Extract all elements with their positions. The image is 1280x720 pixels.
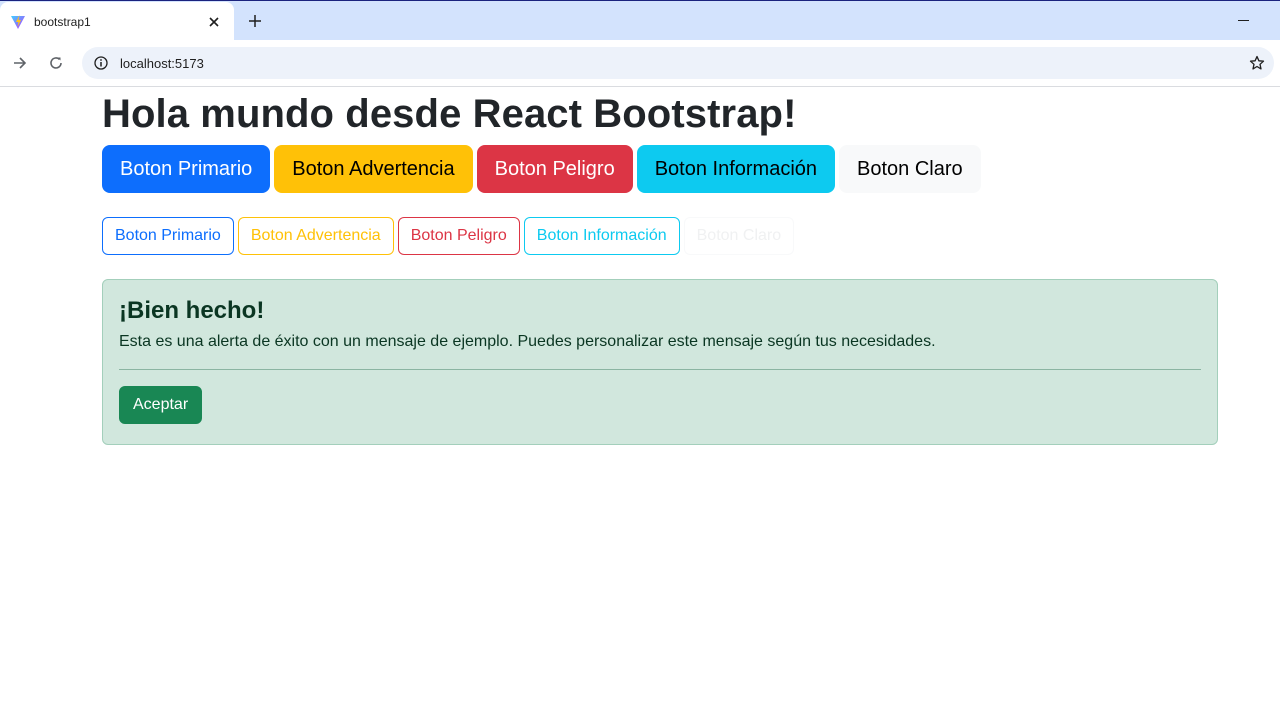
reload-icon[interactable]: [43, 50, 69, 76]
browser-tab-bar: bootstrap1: [0, 0, 1280, 41]
outline-info-button[interactable]: Boton Información: [523, 217, 680, 255]
outline-danger-button[interactable]: Boton Peligro: [397, 217, 520, 255]
outline-warning-button[interactable]: Boton Advertencia: [237, 217, 394, 255]
danger-button[interactable]: Boton Peligro: [476, 145, 633, 193]
new-tab-plus-icon[interactable]: [244, 10, 266, 32]
tab-close-icon[interactable]: [204, 12, 224, 32]
window-minimize-icon[interactable]: [1232, 9, 1254, 31]
vite-logo-icon: [10, 14, 26, 30]
address-url[interactable]: localhost:5173: [120, 56, 1240, 71]
alert-divider: [119, 369, 1201, 370]
alert-heading: ¡Bien hecho!: [119, 297, 265, 324]
browser-toolbar: localhost:5173: [0, 40, 1280, 87]
site-info-icon[interactable]: [84, 56, 118, 70]
light-button[interactable]: Boton Claro: [839, 145, 981, 193]
browser-tab[interactable]: bootstrap1: [0, 2, 234, 41]
primary-button[interactable]: Boton Primario: [102, 145, 271, 193]
accept-button[interactable]: Aceptar: [119, 386, 203, 424]
page-title: Hola mundo desde React Bootstrap!: [102, 92, 797, 136]
bookmark-star-icon[interactable]: [1240, 55, 1274, 71]
outline-primary-button[interactable]: Boton Primario: [102, 217, 234, 255]
alert-text: Esta es una alerta de éxito con un mensa…: [119, 333, 936, 350]
info-button[interactable]: Boton Información: [636, 145, 836, 193]
solid-button-row: Boton Primario Boton Advertencia Boton P…: [102, 145, 1218, 193]
forward-arrow-icon[interactable]: [7, 50, 33, 76]
outline-button-row: Boton Primario Boton Advertencia Boton P…: [102, 217, 1218, 255]
page-viewport: Hola mundo desde React Bootstrap! Boton …: [0, 88, 1280, 720]
content-container: Hola mundo desde React Bootstrap! Boton …: [102, 88, 1218, 445]
warning-button[interactable]: Boton Advertencia: [274, 145, 473, 193]
outline-light-button[interactable]: Boton Claro: [683, 217, 795, 255]
address-bar[interactable]: localhost:5173: [82, 47, 1274, 79]
success-alert: ¡Bien hecho! Esta es una alerta de éxito…: [102, 279, 1218, 445]
tab-title: bootstrap1: [34, 14, 91, 29]
